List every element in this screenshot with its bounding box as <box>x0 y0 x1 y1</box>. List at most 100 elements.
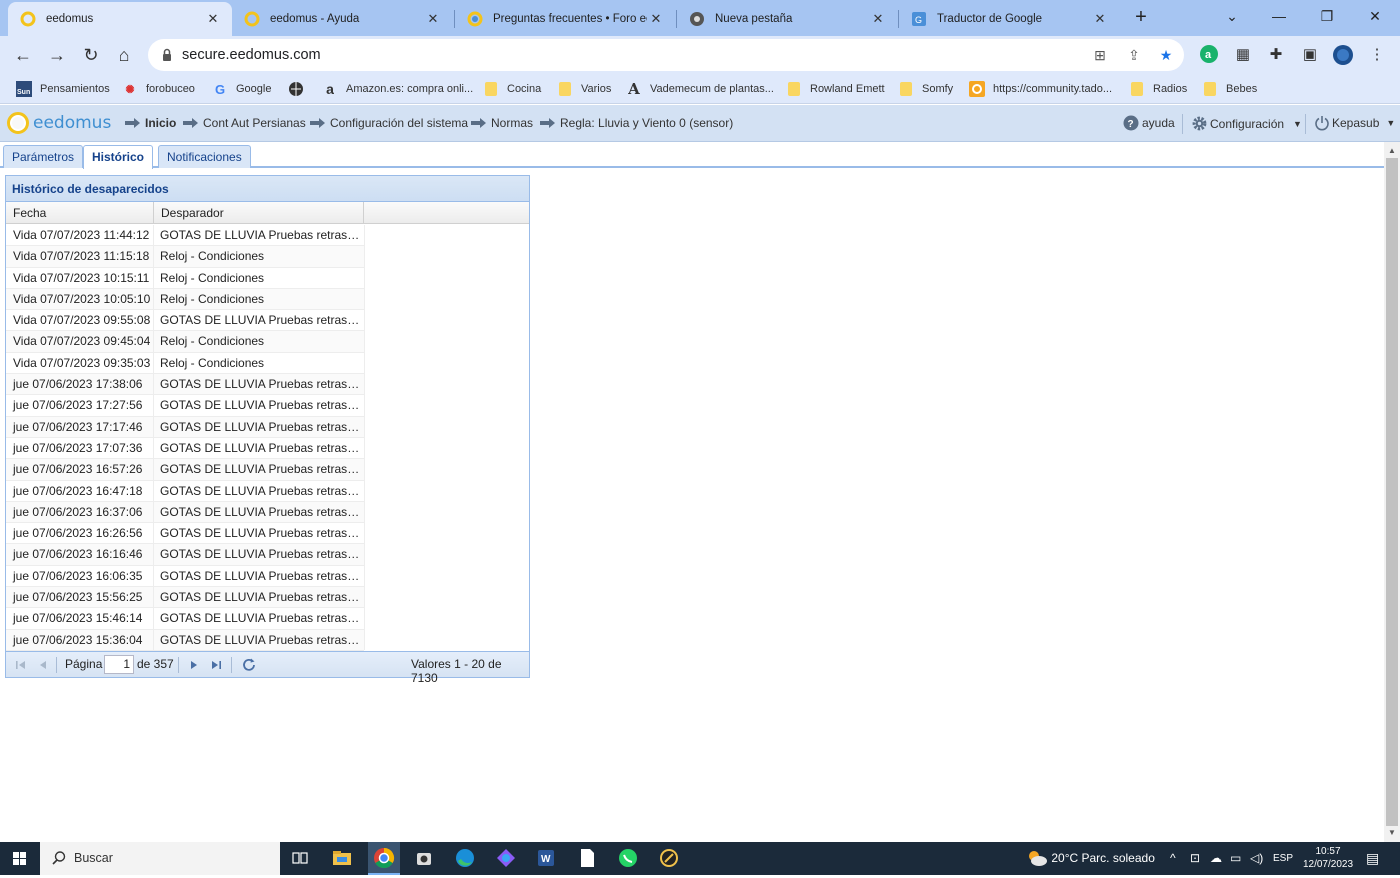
table-row[interactable]: jue 07/06/2023 16:26:56 GOTAS DE LLUVIA P… <box>6 523 364 545</box>
table-row[interactable]: jue 07/06/2023 17:07:36 GOTAS DE LLUVIA P… <box>6 437 364 460</box>
breadcrumb-configuracion-sistema[interactable]: Configuración del sistema <box>310 116 468 130</box>
extension-a-icon[interactable]: a <box>1198 44 1220 66</box>
close-tab-icon[interactable]: ✕ <box>424 11 442 27</box>
table-row[interactable]: jue 07/06/2023 17:27:56 GOTAS DE LLUVIA P… <box>6 395 364 417</box>
table-row[interactable]: jue 07/06/2023 17:17:46 GOTAS DE LLUVIA P… <box>6 416 364 438</box>
network-icon[interactable]: ▭ <box>1230 851 1241 865</box>
bookmark-vademecum[interactable]: A Vademecum de plantas... <box>626 80 774 98</box>
close-tab-icon[interactable]: ✕ <box>869 11 887 27</box>
bookmark-amazon[interactable]: a Amazon.es: compra onli... <box>322 80 473 98</box>
profile-avatar[interactable] <box>1332 44 1354 66</box>
user-menu-button[interactable]: Kepasub ▼ <box>1314 115 1395 131</box>
column-header-desparador[interactable]: Desparador <box>154 202 364 224</box>
previous-page-icon[interactable] <box>36 658 50 672</box>
table-row[interactable]: jue 07/06/2023 16:47:18 GOTAS DE LLUVIA P… <box>6 480 364 502</box>
file-explorer-icon[interactable] <box>331 847 353 869</box>
scroll-down-icon[interactable]: ▼ <box>1384 826 1400 840</box>
bookmark-forobuceo[interactable]: ✺ forobuceo <box>122 80 195 98</box>
table-row[interactable]: Vida 07/07/2023 09:45:04 Reloj - Condicio… <box>6 331 364 353</box>
new-tab-plus-icon[interactable]: + <box>1129 6 1153 30</box>
next-page-icon[interactable] <box>187 658 201 672</box>
onedrive-cloud-icon[interactable]: ☁ <box>1210 851 1222 865</box>
restore-window-icon[interactable]: ❐ <box>1309 4 1345 28</box>
chrome-taskbar-icon[interactable] <box>368 842 400 875</box>
bookmark-radios[interactable]: Radios <box>1129 80 1187 98</box>
refresh-icon[interactable] <box>241 657 257 673</box>
tab-search-chevron-icon[interactable]: ⌄ <box>1214 4 1250 28</box>
table-row[interactable]: Vida 07/07/2023 10:15:11 Reloj - Condicio… <box>6 267 364 289</box>
tab-parametros[interactable]: Parámetros <box>3 145 84 168</box>
show-hidden-icons-chevron-icon[interactable]: ^ <box>1170 851 1176 865</box>
address-bar[interactable]: secure.eedomus.com ⊞ ⇪ ★ <box>148 39 1184 71</box>
browser-menu-icon[interactable]: ⋮ <box>1366 44 1388 66</box>
page-number-input[interactable]: 1 <box>104 655 134 674</box>
lock-icon[interactable] <box>160 48 174 62</box>
edge-icon[interactable] <box>454 847 476 869</box>
eedomus-logo[interactable]: eedomus <box>7 112 111 134</box>
table-row[interactable]: jue 07/06/2023 16:57:26 GOTAS DE LLUVIA P… <box>6 459 364 481</box>
tab-notificaciones[interactable]: Notificaciones <box>158 145 251 168</box>
home-icon[interactable]: ⌂ <box>112 43 136 67</box>
help-button[interactable]: ? ayuda <box>1123 115 1175 131</box>
bookmark-star-icon[interactable]: ★ <box>1156 45 1176 65</box>
table-row[interactable]: jue 07/06/2023 16:06:35 GOTAS DE LLUVIA P… <box>6 565 364 588</box>
table-row[interactable]: jue 07/06/2023 15:56:25 GOTAS DE LLUVIA P… <box>6 587 364 609</box>
page-scrollbar[interactable]: ▲ ▼ <box>1384 142 1400 842</box>
bookmark-bebes[interactable]: Bebes <box>1202 80 1257 98</box>
tab-historico[interactable]: Histórico <box>83 145 154 169</box>
taskbar-search-box[interactable]: Buscar <box>40 842 280 875</box>
translate-page-icon[interactable]: ⊞ <box>1090 45 1110 65</box>
browser-tab-ayuda[interactable]: eedomus - Ayuda ✕ <box>232 2 452 36</box>
bookmark-tado[interactable]: https://community.tado... <box>969 80 1112 98</box>
table-row[interactable]: jue 07/06/2023 16:37:06 GOTAS DE LLUVIA P… <box>6 501 364 524</box>
browser-tab-preguntas[interactable]: Preguntas frecuentes • Foro eedo ✕ <box>455 2 675 36</box>
input-language-indicator[interactable]: ESP <box>1273 853 1293 864</box>
forward-arrow-icon[interactable]: → <box>45 43 69 67</box>
word-icon[interactable]: W <box>535 847 557 869</box>
bookmark-somfy[interactable]: Somfy <box>898 80 953 98</box>
bookmark-varios[interactable]: Varios <box>557 80 611 98</box>
side-panel-icon[interactable]: ▣ <box>1299 44 1321 66</box>
table-row[interactable]: jue 07/06/2023 16:16:46 GOTAS DE LLUVIA P… <box>6 544 364 566</box>
bookmark-google[interactable]: G Google <box>212 80 272 98</box>
bookmark-pensamientos[interactable]: Sun Pensamientos <box>16 80 110 98</box>
table-row[interactable]: jue 07/06/2023 15:36:04 GOTAS DE LLUVIA P… <box>6 629 364 651</box>
copilot-app-icon[interactable] <box>495 847 517 869</box>
meet-now-icon[interactable]: ⊡ <box>1190 851 1200 865</box>
notepad-icon[interactable] <box>576 847 598 869</box>
bookmark-cocina[interactable]: Cocina <box>483 80 541 98</box>
browser-tab-nueva[interactable]: Nueva pestaña ✕ <box>677 2 897 36</box>
volume-icon[interactable]: ◁) <box>1250 851 1263 865</box>
first-page-icon[interactable] <box>14 658 28 672</box>
table-row[interactable]: Vida 07/07/2023 09:35:03 Reloj - Condicio… <box>6 352 364 375</box>
close-tab-icon[interactable]: ✕ <box>1091 11 1109 27</box>
notifications-icon[interactable]: ▤ <box>1366 850 1379 867</box>
close-window-icon[interactable]: ✕ <box>1357 4 1393 28</box>
reload-icon[interactable]: ↻ <box>79 43 103 67</box>
url-text[interactable]: secure.eedomus.com <box>182 47 321 63</box>
browser-tab-traductor[interactable]: G Traductor de Google ✕ <box>899 2 1119 36</box>
back-arrow-icon[interactable]: ← <box>11 43 35 67</box>
bookmark-globe[interactable] <box>288 80 312 98</box>
windows-start-button[interactable] <box>0 842 40 875</box>
extensions-puzzle-icon[interactable]: ✚ <box>1265 44 1287 66</box>
table-row[interactable]: jue 07/06/2023 17:38:06 GOTAS DE LLUVIA P… <box>6 374 364 396</box>
close-tab-icon[interactable]: ✕ <box>204 11 222 27</box>
breadcrumb-regla[interactable]: Regla: Lluvia y Viento 0 (sensor) <box>540 116 733 130</box>
configuration-menu-button[interactable]: Configuración ▼ <box>1191 115 1302 132</box>
column-header-fecha[interactable]: Fecha <box>6 202 154 224</box>
table-row[interactable]: Vida 07/07/2023 09:55:08 GOTAS DE LLUVIA … <box>6 310 364 332</box>
close-tab-icon[interactable]: ✕ <box>647 11 665 27</box>
extension-grid-icon[interactable]: ▦ <box>1232 44 1254 66</box>
browser-tab-eedomus[interactable]: eedomus ✕ <box>8 2 232 36</box>
task-view-icon[interactable] <box>289 847 311 869</box>
table-row[interactable]: Vida 07/07/2023 11:15:18 Reloj - Condicio… <box>6 246 364 268</box>
table-row[interactable]: jue 07/06/2023 15:46:14 GOTAS DE LLUVIA P… <box>6 608 364 630</box>
share-icon[interactable]: ⇪ <box>1124 45 1144 65</box>
last-page-icon[interactable] <box>209 658 223 672</box>
table-row[interactable]: Vida 07/07/2023 10:05:10 Reloj - Condicio… <box>6 288 364 311</box>
breadcrumb-normas[interactable]: Normas <box>471 116 533 130</box>
camera-app-icon[interactable] <box>413 847 435 869</box>
scrollbar-thumb[interactable] <box>1386 158 1398 826</box>
breadcrumb-inicio[interactable]: Inicio <box>125 116 176 130</box>
